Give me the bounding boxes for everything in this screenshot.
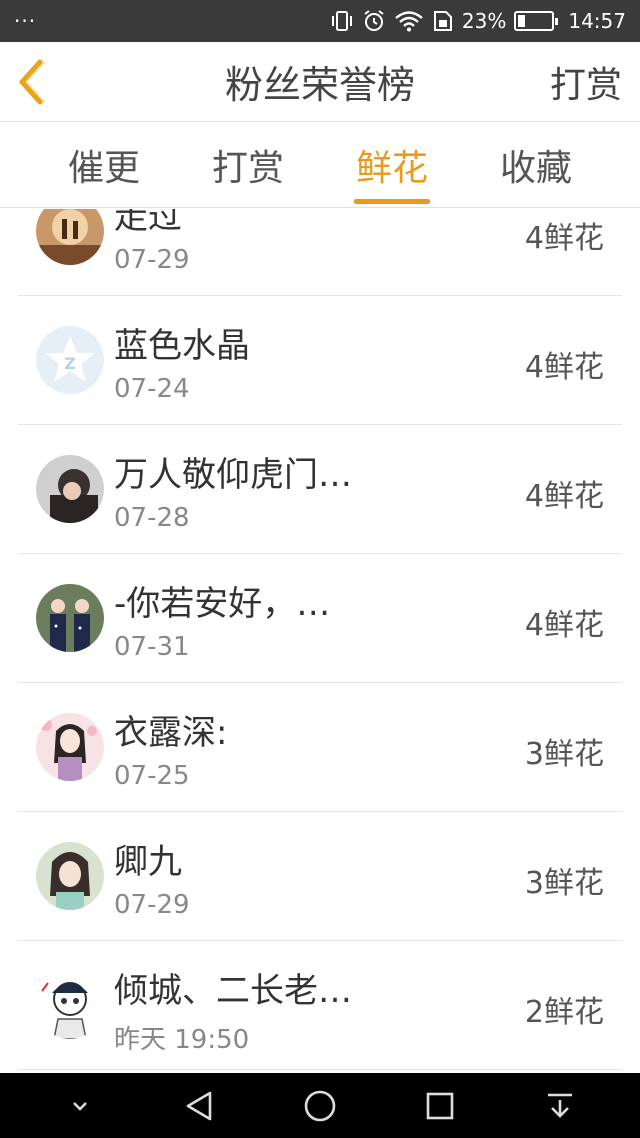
tab-bar: 催更 打赏 鲜花 收藏 [0,122,640,208]
notification-pull-icon[interactable] [530,1076,590,1136]
battery-level-fill [518,15,526,27]
status-right-group: 23% 14:57 [330,9,626,33]
alarm-icon [362,9,386,33]
back-button[interactable] [0,42,66,122]
avatar[interactable] [36,971,104,1039]
list-item[interactable]: Z 蓝色水晶 07-24 4鲜花 [18,296,622,425]
avatar[interactable] [36,455,104,523]
avatar[interactable] [36,584,104,652]
tab-2[interactable]: 鲜花 [353,122,431,208]
list-item[interactable]: 走过 07-29 4鲜花 [18,209,622,296]
avatar[interactable] [36,842,104,910]
flower-count: 2鲜花 [524,995,604,1030]
tab-1[interactable]: 打赏 [212,122,284,208]
nav-bar: 粉丝荣誉榜 打赏 [0,42,640,122]
fan-date: 昨天 19:50 [114,1025,250,1055]
fan-name: 蓝色水晶 [114,326,250,366]
page-title: 粉丝荣誉榜 [224,63,415,107]
sim-icon [432,10,454,32]
system-nav-bar [0,1073,640,1138]
back-triangle-icon[interactable] [170,1076,230,1136]
fan-date: 07-28 [114,503,190,533]
fan-name: -你若安好，… [114,584,331,624]
fan-date: 07-29 [114,245,190,275]
svg-text:Z: Z [64,354,76,373]
fan-name: 万人敬仰虎门… [114,455,352,495]
avatar[interactable] [36,713,104,781]
flower-count: 4鲜花 [524,479,604,514]
flower-count: 4鲜花 [524,350,604,385]
status-menu-dots: ··· [14,9,37,33]
flower-count: 3鲜花 [524,866,604,901]
fan-list[interactable]: 走过 07-29 4鲜花 Z 蓝色水晶 07-24 4鲜花 万人敬仰虎门… 07-28 4鲜花 -你… [0,209,640,1073]
wifi-icon [394,10,424,32]
flower-count: 3鲜花 [524,737,604,772]
fan-date: 07-31 [114,632,190,662]
fan-date: 07-25 [114,761,190,791]
fan-date: 07-29 [114,890,190,920]
home-circle-icon[interactable] [290,1076,350,1136]
fan-name: 走过 [114,209,182,237]
list-item[interactable]: 倾城、二长老… 昨天 19:50 2鲜花 [18,941,622,1070]
flower-count: 4鲜花 [524,608,604,643]
fan-name: 衣露深: [114,713,228,753]
flower-count: 4鲜花 [524,221,604,256]
status-bar: ··· 23% 14:57 [0,0,640,42]
fan-name: 卿九 [114,842,182,882]
chevron-down-icon[interactable] [50,1076,110,1136]
avatar[interactable] [36,209,104,265]
list-item[interactable]: 卿九 07-29 3鲜花 [18,812,622,941]
battery-icon [514,11,559,31]
fan-date: 07-24 [114,374,190,404]
list-item[interactable]: 衣露深: 07-25 3鲜花 [18,683,622,812]
vibrate-icon [330,10,354,32]
fan-name: 倾城、二长老… [114,971,352,1011]
battery-percent: 23% [461,9,507,33]
reward-button[interactable]: 打赏 [550,56,622,108]
chevron-left-icon [19,59,45,104]
status-time: 14:57 [568,9,626,33]
list-item[interactable]: -你若安好，… 07-31 4鲜花 [18,554,622,683]
recents-square-icon[interactable] [410,1076,470,1136]
list-item[interactable]: 万人敬仰虎门… 07-28 4鲜花 [18,425,622,554]
tab-0[interactable]: 催更 [68,122,140,208]
avatar[interactable]: Z [36,326,104,394]
tab-3[interactable]: 收藏 [500,122,572,208]
fan-list-content: 走过 07-29 4鲜花 Z 蓝色水晶 07-24 4鲜花 万人敬仰虎门… 07-28 4鲜花 -你… [0,209,640,1070]
